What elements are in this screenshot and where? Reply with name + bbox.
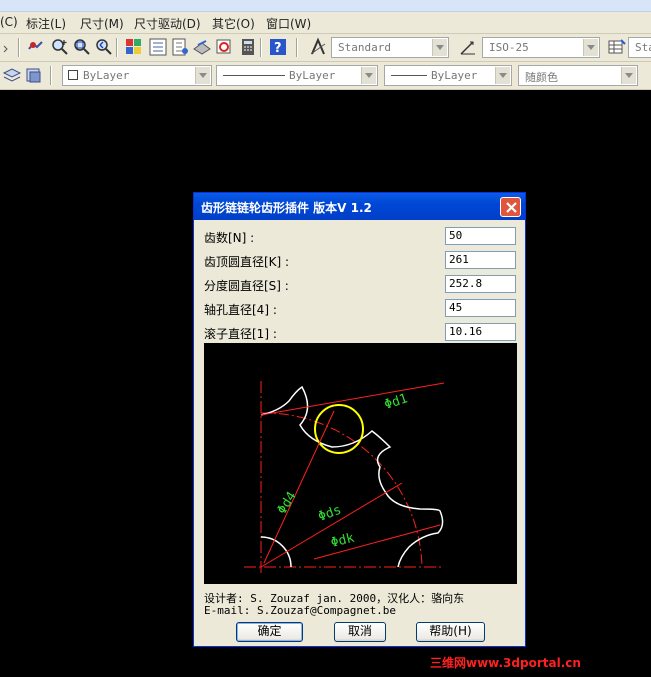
- properties-icon[interactable]: [124, 37, 144, 57]
- help-button[interactable]: 帮助(H): [416, 622, 485, 642]
- standard-toolbar: ? Standard ISO-25 Sta: [0, 34, 651, 62]
- color-control-value: ByLayer: [83, 69, 130, 82]
- bore-diameter-label: 轴孔直径[4] :: [204, 303, 277, 317]
- help-icon[interactable]: ?: [268, 37, 288, 57]
- markup-icon[interactable]: [214, 37, 234, 57]
- roller-diameter-label: 滚子直径[1] :: [204, 327, 277, 341]
- dk-label: Φdk: [329, 531, 356, 551]
- tool-palettes-icon[interactable]: [170, 37, 190, 57]
- layer-manager-icon[interactable]: [2, 65, 22, 85]
- d4-dimension-line: [263, 410, 335, 564]
- close-button[interactable]: [500, 197, 521, 217]
- linetype-control-select[interactable]: ByLayer: [216, 65, 378, 86]
- zoom-previous-icon[interactable]: [94, 37, 114, 57]
- zoom-realtime-icon[interactable]: [50, 37, 70, 57]
- table-style-select[interactable]: Sta: [628, 37, 651, 58]
- cancel-button[interactable]: 取消: [334, 622, 386, 642]
- roller-circle: [314, 404, 364, 454]
- lineweight-control-value: ByLayer: [431, 69, 478, 82]
- plot-style-select[interactable]: 随颜色: [518, 65, 638, 86]
- menu-item-dimension[interactable]: 标注(L): [26, 15, 66, 32]
- pitch-diameter-label: 分度圆直径[S] :: [204, 279, 289, 293]
- pitch-diameter-input[interactable]: 252.8: [445, 275, 516, 293]
- email-credit: E-mail: S.Zouzaf@Compagnet.be: [204, 604, 397, 617]
- plot-style-value: 随颜色: [525, 71, 558, 84]
- design-center-icon[interactable]: [148, 37, 168, 57]
- dimension-style-select[interactable]: ISO-25: [482, 37, 600, 58]
- properties-toolbar: ByLayer ByLayer ByLayer 随颜色: [0, 62, 651, 90]
- menu-item-other[interactable]: 其它(O): [212, 15, 255, 32]
- ds-label: Φds: [316, 503, 343, 525]
- text-style-select[interactable]: Standard: [331, 37, 449, 58]
- toolbar-separator: [18, 38, 20, 57]
- bore-diameter-input[interactable]: 45: [445, 299, 516, 317]
- dialog-title-bar[interactable]: 齿形链链轮齿形插件 版本V 1.2: [194, 193, 525, 220]
- table-style-value: Sta: [635, 41, 651, 54]
- toolbar-arrow-icon[interactable]: [0, 37, 14, 57]
- lineweight-control-select[interactable]: ByLayer: [384, 65, 512, 86]
- chevron-down-icon: [621, 67, 636, 84]
- teeth-count-input[interactable]: 50: [445, 227, 516, 245]
- text-style-value: Standard: [338, 41, 391, 54]
- chevron-down-icon: [495, 67, 510, 84]
- color-control-select[interactable]: ByLayer: [62, 65, 212, 86]
- menu-item-size-drive[interactable]: 尺寸驱动(D): [134, 15, 201, 32]
- linetype-control-value: ByLayer: [289, 69, 336, 82]
- teeth-count-label: 齿数[N] :: [204, 231, 255, 245]
- close-icon: [506, 202, 517, 213]
- ok-button[interactable]: 确定: [236, 622, 303, 642]
- toolbar-separator: [296, 38, 298, 57]
- menu-bar: (C) 标注(L) 尺寸(M) 尺寸驱动(D) 其它(O) 窗口(W): [0, 12, 651, 34]
- toolbar-separator: [260, 38, 262, 57]
- color-swatch: [68, 70, 78, 80]
- tip-diameter-label: 齿顶圆直径[K] :: [204, 255, 290, 269]
- chevron-down-icon: [432, 39, 447, 56]
- calculator-icon[interactable]: [238, 37, 258, 57]
- zoom-window-icon[interactable]: [72, 37, 92, 57]
- menu-item-size[interactable]: 尺寸(M): [80, 15, 124, 32]
- dimension-style-value: ISO-25: [489, 41, 529, 54]
- sprocket-plugin-dialog: 齿形链链轮齿形插件 版本V 1.2 齿数[N] : 50 齿顶圆直径[K] : …: [193, 192, 526, 647]
- table-style-icon[interactable]: [607, 37, 627, 57]
- text-style-icon[interactable]: [308, 37, 328, 57]
- toolbar-separator: [116, 38, 118, 57]
- lineweight-preview: [391, 75, 427, 76]
- app-chrome: (C) 标注(L) 尺寸(M) 尺寸驱动(D) 其它(O) 窗口(W) ? St…: [0, 0, 651, 90]
- toolbar-separator: [50, 66, 52, 85]
- sheet-set-icon[interactable]: [192, 37, 212, 57]
- title-strip: [0, 0, 651, 12]
- roller-diameter-input[interactable]: 10.16: [445, 323, 516, 341]
- svg-text:?: ?: [274, 41, 282, 56]
- chevron-down-icon: [583, 39, 598, 56]
- pan-realtime-icon[interactable]: [26, 37, 46, 57]
- tip-diameter-input[interactable]: 261: [445, 251, 516, 269]
- site-watermark: 三维网www.3dportal.cn: [430, 656, 581, 670]
- dimension-style-icon[interactable]: [458, 37, 478, 57]
- layer-previous-icon[interactable]: [24, 65, 44, 85]
- chevron-down-icon: [361, 67, 376, 84]
- d1-label: Φd1: [383, 391, 410, 413]
- linetype-preview: [223, 75, 285, 76]
- sprocket-preview: Φd1 Φd4 Φds Φdk: [204, 343, 517, 584]
- menu-item-window[interactable]: 窗口(W): [266, 15, 311, 32]
- menu-item-partial[interactable]: (C): [0, 15, 18, 29]
- dialog-title: 齿形链链轮齿形插件 版本V 1.2: [201, 201, 372, 215]
- sprocket-drawing: Φd1 Φd4 Φds Φdk: [244, 381, 445, 575]
- chevron-down-icon: [195, 67, 210, 84]
